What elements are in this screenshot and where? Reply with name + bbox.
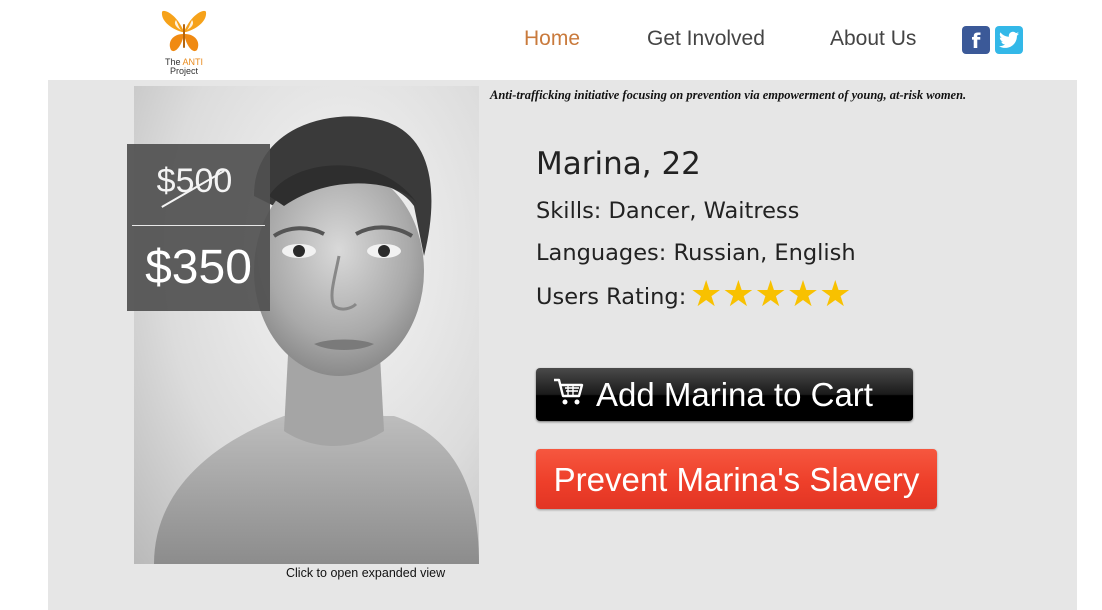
prevent-slavery-label: Prevent Marina's Slavery [553, 461, 920, 498]
nav-about-us[interactable]: About Us [830, 27, 916, 51]
facebook-icon[interactable]: f [962, 26, 990, 54]
page: The ANTI Project Home Get Involved About… [0, 0, 1102, 610]
logo-text: The ANTI Project [156, 58, 212, 76]
prevent-slavery-button[interactable]: Prevent Marina's Slavery [536, 449, 937, 509]
add-to-cart-button[interactable]: Add Marina to Cart [536, 368, 913, 421]
price-divider [132, 225, 265, 226]
profile-languages: Languages: Russian, English [536, 240, 856, 266]
price-box: $500 $350 [127, 144, 270, 311]
new-price: $350 [145, 241, 252, 294]
add-to-cart-label: Add Marina to Cart [596, 376, 873, 413]
twitter-icon[interactable] [995, 26, 1023, 54]
cart-icon [554, 378, 584, 405]
butterfly-logo-icon [161, 10, 207, 52]
nav-home[interactable]: Home [524, 27, 580, 51]
facebook-glyph: f [971, 29, 981, 53]
tagline: Anti-trafficking initiative focusing on … [490, 88, 967, 102]
twitter-bird-icon [999, 31, 1019, 48]
site-logo[interactable]: The ANTI Project [156, 6, 212, 76]
profile-name-age: Marina, 22 [536, 146, 701, 182]
expand-view-caption[interactable]: Click to open expanded view [286, 566, 445, 580]
profile-rating-label: Users Rating: [536, 284, 687, 310]
profile-skills: Skills: Dancer, Waitress [536, 198, 800, 224]
logo-line2: Project [169, 66, 198, 76]
rating-stars-icon: ★★★★★ [690, 274, 852, 315]
old-price: $500 [156, 162, 233, 200]
nav-get-involved[interactable]: Get Involved [647, 27, 765, 51]
